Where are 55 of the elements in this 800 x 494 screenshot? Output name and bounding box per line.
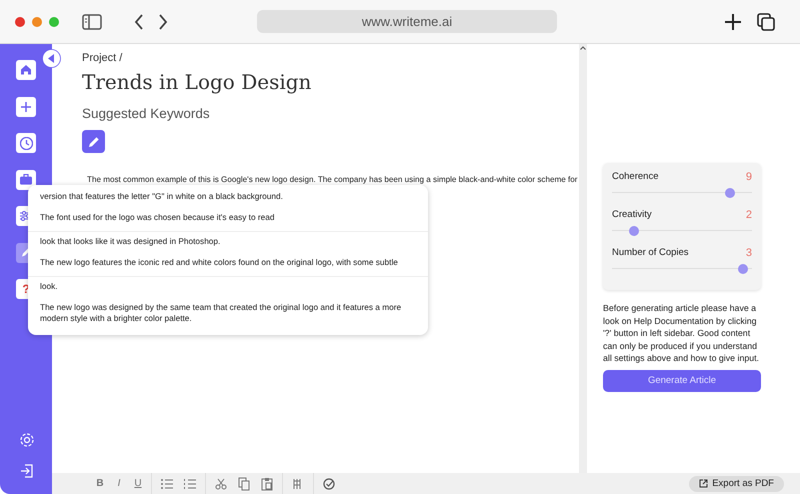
minimize-window-button[interactable] [32,16,42,26]
slider-label: Coherence [612,171,658,183]
editor-text[interactable]: The most common example of this is Google's new logo design. The company has been using a simple black-and-white color scheme for [87,174,578,185]
generate-article-button[interactable]: Generate Article [603,370,761,392]
numbered-list-icon[interactable] [183,476,197,490]
slider-value: 3 [746,247,752,259]
sidebar-item[interactable] [16,96,36,116]
slider-thumb[interactable] [725,188,736,198]
logout-icon[interactable] [19,463,35,479]
settings-icon[interactable] [19,432,35,448]
scrollbar[interactable] [579,44,587,473]
address-bar[interactable]: www.writeme.ai [257,10,557,33]
slider-value: 9 [746,171,752,183]
suggestion-item[interactable]: The new logo features the iconic red and white colors found on the original logo, with some subtle [40,253,416,274]
italic-button[interactable]: I [114,478,124,489]
suggestion-item[interactable]: look that looks like it was designed in Photoshop. [40,232,416,253]
clock-icon [20,136,32,150]
help-note: Before generating article please have a look on Help Documentation by clicking '?' button in left sidebar. Good content can only be produced if you understand all settings above and how to give input. [603,302,760,365]
tabs-icon[interactable] [757,12,775,30]
slider-value: 2 [746,209,752,221]
home-icon [21,65,31,75]
slider-thumb[interactable] [738,264,748,274]
scroll-up-icon[interactable] [580,46,586,50]
cut-icon[interactable] [214,476,228,490]
collapse-button[interactable] [42,49,61,68]
suggestion-item[interactable]: look. [40,277,416,298]
page-title: Trends in Logo Design [82,70,312,94]
close-window-button[interactable] [15,16,25,26]
back-icon[interactable] [134,14,144,30]
add-icon [21,102,31,112]
suggestion-item[interactable]: The new logo was designed by the same team that created the original logo and it features a more modern style with a brighter color palette. [40,298,416,330]
suggestion-item[interactable]: The font used for the logo was chosen because it's easy to read [40,208,416,229]
copy-icon[interactable] [237,476,251,490]
external-link-icon [699,479,708,488]
sidebar-toggle-icon[interactable] [82,14,102,30]
slider-thumb[interactable] [628,226,639,236]
export-button[interactable]: Export as PDF [689,476,784,492]
forward-icon[interactable] [158,14,168,30]
bullet-list-icon[interactable] [160,476,174,490]
sidebar-item[interactable] [16,170,36,190]
slider-label: Number of Copies [612,247,689,259]
paste-icon[interactable] [260,476,274,490]
briefcase-icon [20,174,32,185]
breadcrumb[interactable]: Project / [82,52,122,64]
edit-button[interactable] [82,130,105,153]
pencil-icon [88,136,100,148]
check-circle-icon[interactable] [322,476,336,490]
section-heading: Suggested Keywords [82,106,210,121]
new-tab-icon[interactable] [725,14,741,30]
slider-label: Creativity [612,209,652,221]
sidebar-item[interactable] [16,133,36,153]
bold-button[interactable]: B [95,478,105,489]
suggestion-item[interactable]: version that features the letter "G" in white on a black background. [40,187,416,208]
sidebar-item[interactable] [16,60,36,80]
underline-button[interactable]: U [133,478,143,489]
